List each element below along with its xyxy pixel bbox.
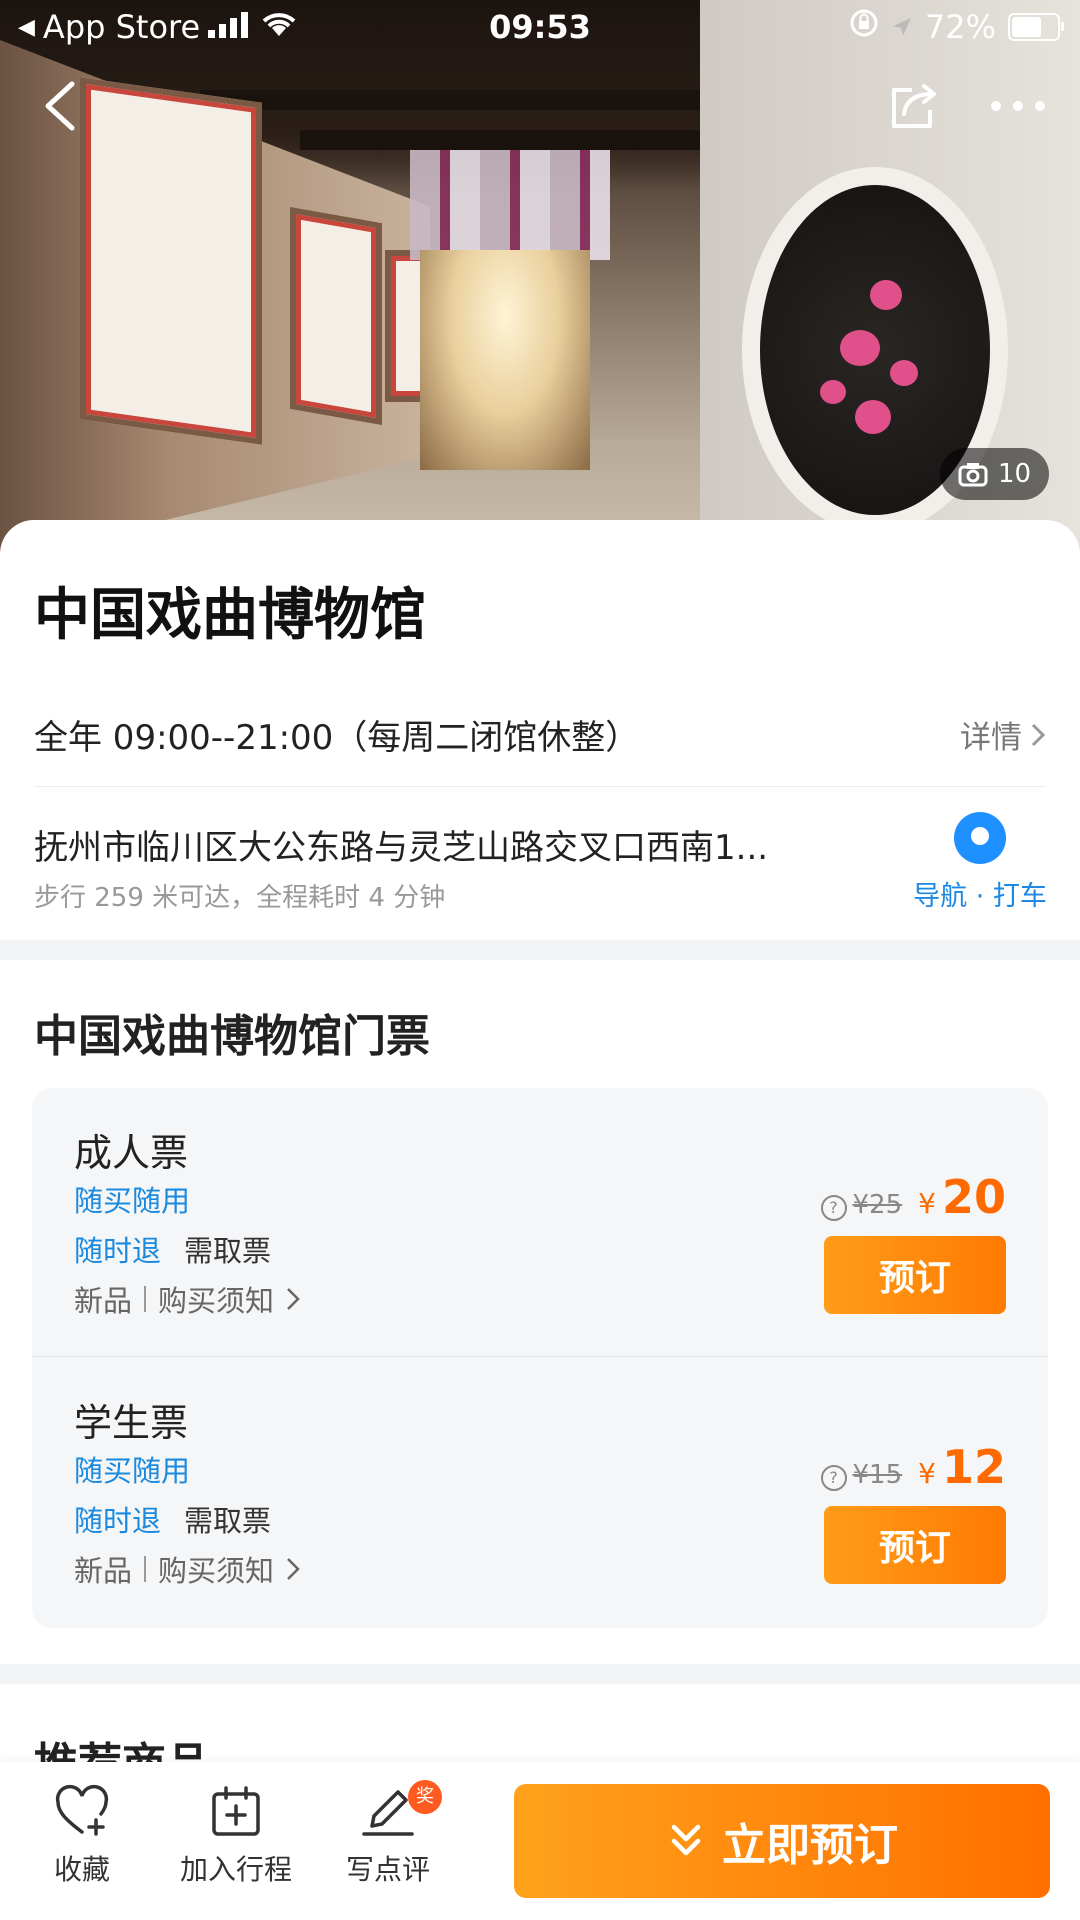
separator xyxy=(144,1556,147,1582)
section-gap xyxy=(0,1664,1080,1684)
ticket-notice-link[interactable]: 新品 购买须知 xyxy=(74,1548,300,1590)
ticket-notice-link[interactable]: 新品 购买须知 xyxy=(74,1278,300,1320)
photo-panel xyxy=(290,206,382,426)
ticket-tag: 随时退 xyxy=(74,1504,162,1538)
purchase-notice-label: 购买须知 xyxy=(158,1554,275,1588)
favorite-label: 收藏 xyxy=(53,1853,110,1886)
back-button[interactable] xyxy=(40,80,80,136)
address[interactable]: 抚州市临川区大公东路与灵芝山路交叉口西南1... xyxy=(34,820,854,869)
photo-panel xyxy=(80,77,262,445)
ticket-item-adult[interactable]: 成人票 随买随用 随时退 需取票 新品 购买须知 ? ¥25 ¥ 20 预订 xyxy=(32,1088,1048,1357)
write-review-label: 写点评 xyxy=(345,1853,430,1886)
photo-count-badge[interactable]: 10 xyxy=(940,448,1050,500)
add-itinerary-label: 加入行程 xyxy=(179,1853,292,1886)
chevron-right-icon xyxy=(287,1558,300,1580)
section-gap xyxy=(0,940,1080,960)
reward-badge: 奖 xyxy=(408,1780,442,1814)
favorite-button[interactable]: 收藏 xyxy=(12,1784,152,1888)
divider xyxy=(34,786,1046,787)
more-dots-icon xyxy=(991,101,1045,111)
original-price: ¥15 xyxy=(852,1460,903,1490)
orientation-lock-icon xyxy=(849,8,879,46)
ticket-tag: 随时退 xyxy=(74,1234,162,1268)
photo-count: 10 xyxy=(998,459,1032,489)
bottom-action-bar: 收藏 加入行程 写点评 奖 立即预订 xyxy=(0,1762,1080,1920)
battery-icon xyxy=(1008,13,1064,41)
battery-percent: 72% xyxy=(924,8,996,46)
chevron-left-icon xyxy=(45,81,75,131)
photo-beam xyxy=(200,90,740,110)
price-info-icon[interactable]: ? xyxy=(820,1465,847,1491)
photo-blossom xyxy=(840,330,880,366)
camera-icon xyxy=(958,463,988,487)
tickets-section-title: 中国戏曲博物馆门票 xyxy=(34,1011,430,1062)
location-pin-icon xyxy=(954,812,1006,864)
photo-blossom xyxy=(820,380,846,404)
ticket-tag: 随买随用 xyxy=(74,1184,191,1218)
photo-blossom xyxy=(870,280,902,310)
ticket-name: 学生票 xyxy=(74,1401,189,1445)
write-review-button[interactable]: 写点评 奖 xyxy=(318,1780,458,1888)
more-button[interactable] xyxy=(988,98,1048,118)
new-label: 新品 xyxy=(74,1284,133,1318)
price-row: ? ¥25 ¥ 20 xyxy=(820,1170,1006,1224)
page-title: 中国戏曲博物馆 xyxy=(34,583,426,648)
content-card: 中国戏曲博物馆 全年 09:00--21:00（每周二闭馆休整） 详情 抚州市临… xyxy=(0,520,1080,1920)
price-info-icon[interactable]: ? xyxy=(820,1195,847,1221)
photo-beam xyxy=(300,130,700,150)
divider xyxy=(32,1356,1048,1357)
ticket-pickup-note: 需取票 xyxy=(184,1234,272,1268)
navigation-button[interactable]: 导航 · 打车 xyxy=(900,812,1060,913)
double-chevron-down-icon xyxy=(671,1824,701,1856)
location-icon xyxy=(891,8,913,46)
current-price: 20 xyxy=(941,1170,1006,1224)
currency-symbol: ¥ xyxy=(918,1187,936,1220)
navigation-label: 导航 · 打车 xyxy=(913,881,1047,912)
separator xyxy=(144,1286,147,1312)
purchase-notice-label: 购买须知 xyxy=(158,1284,275,1318)
book-now-button[interactable]: 立即预订 xyxy=(514,1784,1050,1898)
price-row: ? ¥15 ¥ 12 xyxy=(820,1440,1006,1494)
currency-symbol: ¥ xyxy=(918,1457,936,1490)
ticket-item-student[interactable]: 学生票 随买随用 随时退 需取票 新品 购买须知 ? ¥15 ¥ 12 预订 xyxy=(32,1358,1048,1626)
chevron-right-icon xyxy=(1031,723,1046,746)
new-label: 新品 xyxy=(74,1554,133,1588)
book-button[interactable]: 预订 xyxy=(824,1506,1006,1584)
hours-detail-link[interactable]: 详情 xyxy=(960,712,1046,757)
calendar-add-icon xyxy=(212,1786,260,1836)
ticket-pickup-note: 需取票 xyxy=(184,1504,272,1538)
ticket-list: 成人票 随买随用 随时退 需取票 新品 购买须知 ? ¥25 ¥ 20 预订 学… xyxy=(32,1088,1048,1628)
opening-hours: 全年 09:00--21:00（每周二闭馆休整） xyxy=(34,718,640,758)
share-button[interactable] xyxy=(888,80,940,136)
add-itinerary-button[interactable]: 加入行程 xyxy=(166,1784,306,1888)
ticket-tag: 随买随用 xyxy=(74,1454,191,1488)
book-now-label: 立即预订 xyxy=(722,1821,898,1870)
photo-display xyxy=(420,250,590,470)
book-button[interactable]: 预订 xyxy=(824,1236,1006,1314)
chevron-right-icon xyxy=(287,1288,300,1310)
original-price: ¥25 xyxy=(852,1190,903,1220)
photo-blossom xyxy=(855,400,891,434)
heart-add-icon xyxy=(55,1784,109,1836)
share-icon xyxy=(892,84,936,128)
ticket-name: 成人票 xyxy=(74,1131,189,1175)
current-price: 12 xyxy=(941,1440,1006,1494)
detail-label: 详情 xyxy=(960,720,1022,756)
photo-blossom xyxy=(890,360,918,386)
photo-opera-masks xyxy=(410,150,610,260)
status-bar: ◀ App Store 09:53 72% xyxy=(0,0,1080,56)
walk-info: 步行 259 米可达，全程耗时 4 分钟 xyxy=(34,883,446,913)
